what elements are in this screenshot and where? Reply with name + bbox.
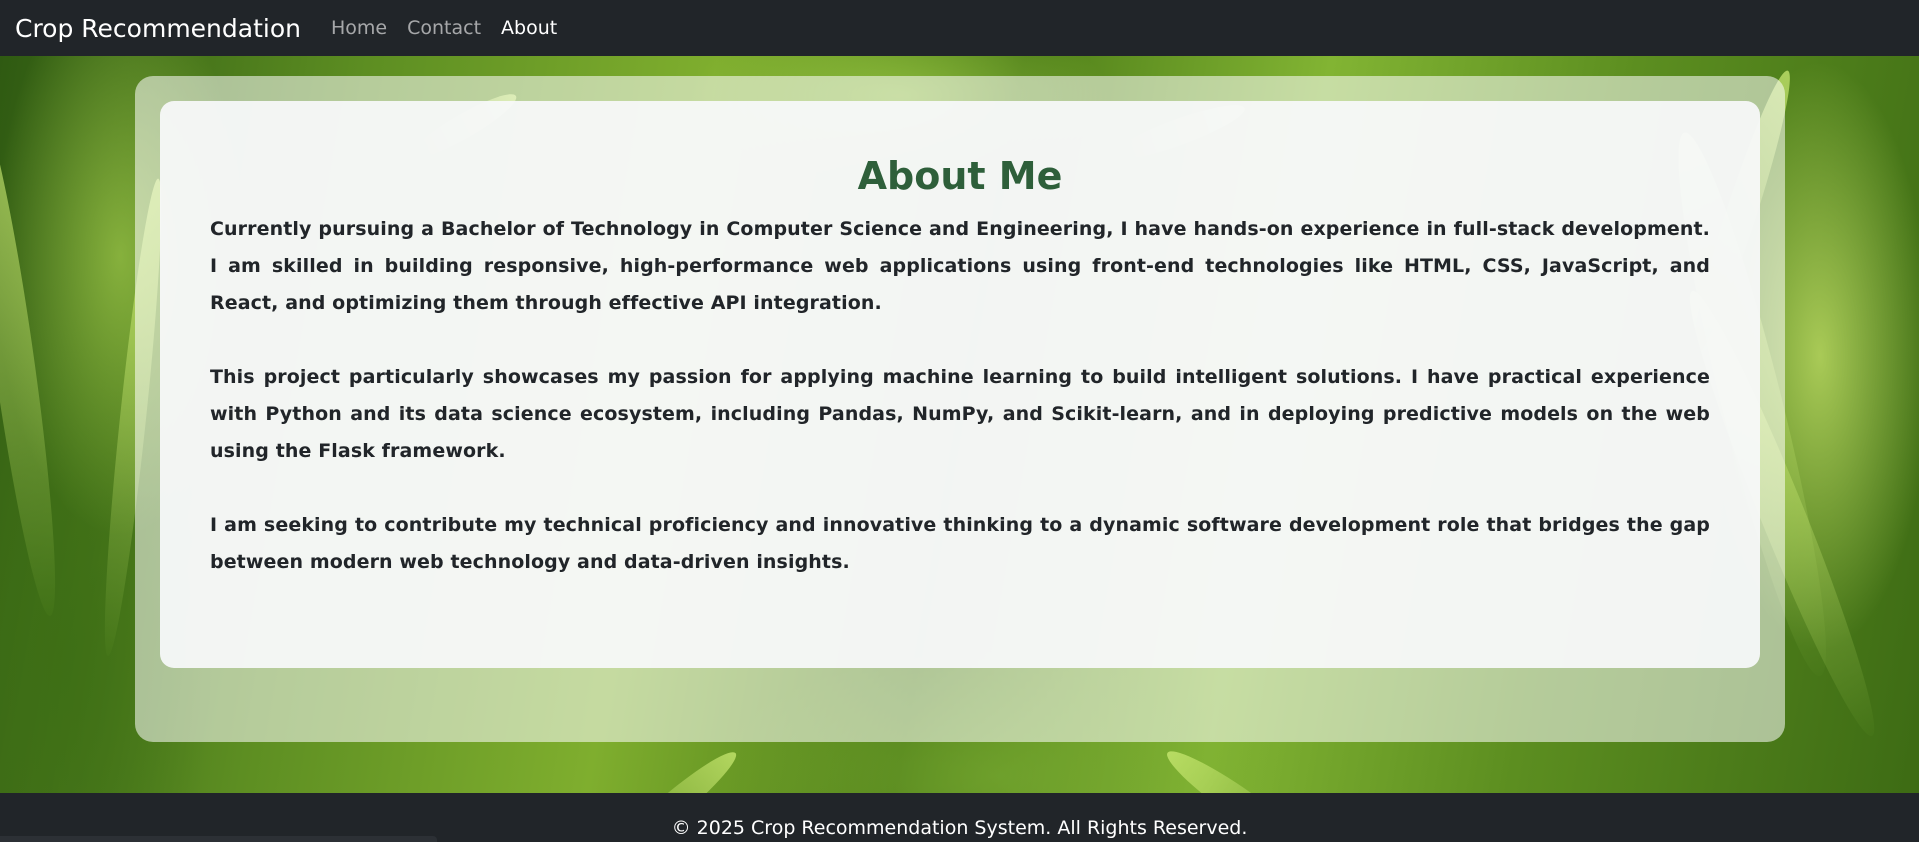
navbar: Crop Recommendation Home Contact About [0, 0, 1919, 56]
about-card: About Me Currently pursuing a Bachelor o… [160, 101, 1760, 668]
footer-copyright: © 2025 Crop Recommendation System. All R… [671, 817, 1248, 839]
crop-blade [1158, 740, 1324, 793]
crop-blade [604, 743, 744, 793]
horizontal-scrollbar[interactable] [0, 836, 437, 842]
about-paragraph-goal: I am seeking to contribute my technical … [210, 514, 1710, 573]
about-paragraph-project: This project particularly showcases my p… [210, 366, 1710, 462]
nav-link-home[interactable]: Home [331, 17, 387, 39]
nav-link-about[interactable]: About [501, 17, 557, 39]
navbar-brand[interactable]: Crop Recommendation [15, 14, 301, 43]
crop-blade [0, 98, 70, 619]
page-title: About Me [857, 154, 1063, 198]
nav-link-contact[interactable]: Contact [407, 17, 481, 39]
about-paragraph-education: Currently pursuing a Bachelor of Technol… [210, 218, 1710, 314]
footer: © 2025 Crop Recommendation System. All R… [0, 793, 1919, 842]
